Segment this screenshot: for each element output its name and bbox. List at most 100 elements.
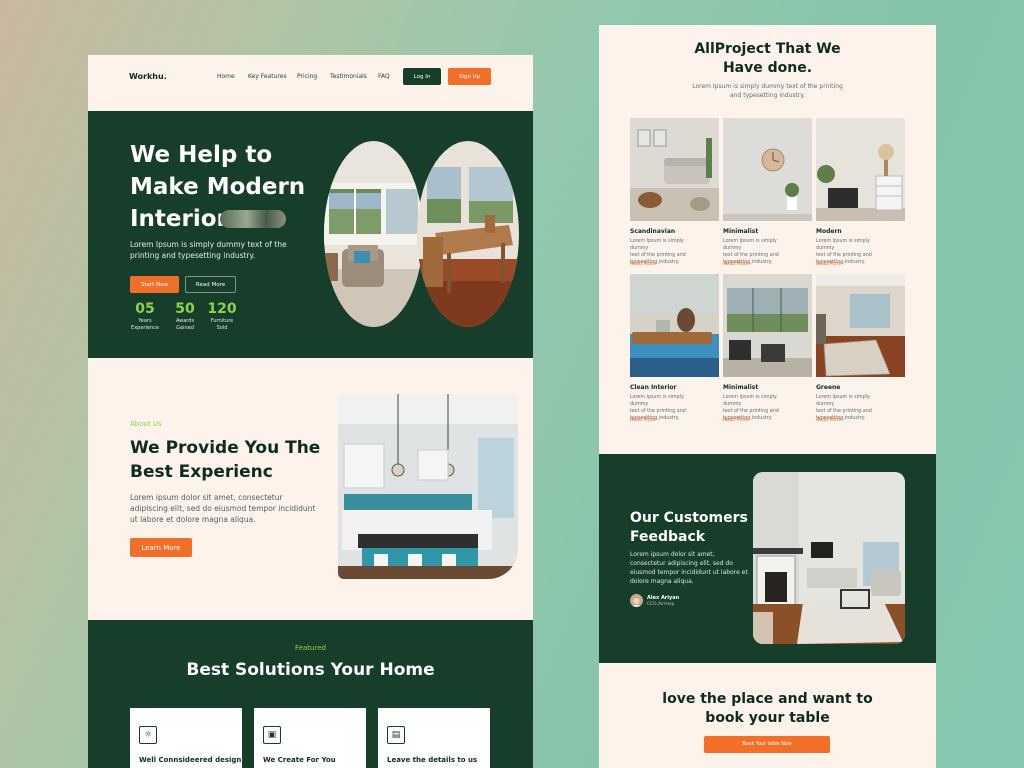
create-icon: ▣ xyxy=(263,726,281,744)
hero-section: We Help to Make Modern Interior Lorem Ip… xyxy=(88,111,533,358)
chevron-right-icon: › xyxy=(657,262,659,267)
nav-link-pricing[interactable]: Pricing xyxy=(297,73,317,80)
project-description-line-2: text of the printing and xyxy=(816,409,872,414)
project-description-line-2: text of the printing and xyxy=(630,253,686,258)
project-description-line-1: Lorem Ipsum is simply dummy xyxy=(630,239,684,251)
project-name: Scandinavian xyxy=(630,228,676,235)
booking-title: love the place and want to book your tab… xyxy=(599,690,936,728)
booking-title-line-2: book your table xyxy=(705,710,830,726)
feedback-title-line-1: Our Customers xyxy=(630,510,748,526)
project-name: Greene xyxy=(816,384,841,391)
project-description-line-1: Lorem Ipsum is simply dummy xyxy=(816,395,870,407)
project-description-line-1: Lorem Ipsum is simply dummy xyxy=(630,395,684,407)
projects-title: AllProject That We Have done. xyxy=(599,40,936,78)
feature-card[interactable]: ☼ Well Connsideered design xyxy=(130,708,242,768)
project-thumbnail-modern[interactable] xyxy=(816,118,905,221)
chevron-right-icon: › xyxy=(750,418,752,423)
chevron-right-icon: › xyxy=(750,262,752,267)
featured-title: Best Solutions Your Home xyxy=(186,660,435,680)
stat-label-line-1: Awards xyxy=(175,318,195,324)
project-read-more-link[interactable]: Read More › xyxy=(816,418,845,423)
read-more-label: Read More xyxy=(630,262,656,267)
about-description: Lorem ipsum dolor sit amet, consectetur … xyxy=(130,493,316,524)
feature-card[interactable]: ▣ We Create For You xyxy=(254,708,366,768)
project-thumbnail-greene[interactable] xyxy=(816,274,905,377)
project-read-more-link[interactable]: Read More › xyxy=(816,262,845,267)
project-thumbnail-minimalist[interactable] xyxy=(723,118,812,221)
project-read-more-link[interactable]: Read More › xyxy=(630,262,659,267)
projects-title-line-1: AllProject That We xyxy=(694,41,841,57)
nav-link-faq[interactable]: FAQ xyxy=(378,73,390,80)
stat-label-line-2: Sold xyxy=(216,325,228,331)
stat-label: Furniture Sold xyxy=(202,318,242,332)
about-title-line-1: We Provide You The xyxy=(130,438,321,458)
project-description-line-1: Lorem Ipsum is simply dummy xyxy=(723,239,777,251)
hero-dining-room-photo xyxy=(417,141,519,327)
project-description-line-2: text of the printing and xyxy=(816,253,872,258)
feedback-section: Our Customers Feedback Lorem ipsum dolor… xyxy=(599,454,936,663)
login-button[interactable]: Log In xyxy=(403,68,441,85)
project-name: Clean Interior xyxy=(630,384,677,391)
about-section: About Us We Provide You The Best Experie… xyxy=(88,358,533,620)
project-name: Modern xyxy=(816,228,842,235)
projects-section: AllProject That We Have done. Lorem Ipsu… xyxy=(599,25,936,454)
project-read-more-link[interactable]: Read More › xyxy=(723,262,752,267)
about-title-line-2: Best Experienc xyxy=(130,462,273,482)
read-more-label: Read More xyxy=(816,262,842,267)
projects-description-line-2: and typesetting industry. xyxy=(730,92,805,99)
chat-icon: ▤ xyxy=(387,726,405,744)
feedback-author-name: Alex Ariyan xyxy=(647,595,680,601)
project-thumbnail-scandinavian[interactable] xyxy=(630,118,719,221)
sun-icon: ☼ xyxy=(139,726,157,744)
stat-awards: 50 Awards Gained xyxy=(170,111,200,358)
stat-furniture: 120 Furniture Sold xyxy=(206,111,238,358)
feedback-living-room-photo xyxy=(753,472,905,644)
stat-value: 05 xyxy=(135,301,155,317)
chevron-right-icon: › xyxy=(843,262,845,267)
project-description-line-2: text of the printing and xyxy=(630,409,686,414)
stat-value: 50 xyxy=(175,301,195,317)
project-read-more-link[interactable]: Read More › xyxy=(630,418,659,423)
feature-card[interactable]: ▤ Leave the details to us xyxy=(378,708,490,768)
stat-label: Awards Gained xyxy=(166,318,204,332)
project-name: Minimalist xyxy=(723,384,759,391)
featured-kicker: Featured xyxy=(295,644,326,652)
project-description-line-2: text of the printing and xyxy=(723,253,779,258)
nav-link-home[interactable]: Home xyxy=(217,73,235,80)
project-description-line-1: Lorem Ipsum is simply dummy xyxy=(816,239,870,251)
read-more-label: Read More xyxy=(723,418,749,423)
about-title: We Provide You The Best Experienc xyxy=(130,436,330,484)
read-more-label: Read More xyxy=(723,262,749,267)
stat-years: 05 Years Experience xyxy=(130,111,160,358)
projects-description: Lorem Ipsum is simply dummy text of the … xyxy=(599,82,936,100)
stat-label-line-1: Years xyxy=(138,318,152,324)
stat-label: Years Experience xyxy=(126,318,164,332)
landing-page-left: Workhu. Home Key Features Pricing Testim… xyxy=(88,55,533,768)
book-table-button[interactable]: Book Your table Now xyxy=(704,736,830,753)
project-thumbnail-clean-interior[interactable] xyxy=(630,274,719,377)
project-name: Minimalist xyxy=(723,228,759,235)
top-navbar: Workhu. Home Key Features Pricing Testim… xyxy=(88,55,533,111)
booking-title-line-1: love the place and want to xyxy=(662,691,873,707)
stat-label-line-1: Furniture xyxy=(210,318,234,324)
stat-value: 120 xyxy=(207,301,237,317)
brand-logo[interactable]: Workhu. xyxy=(129,72,167,81)
feature-card-title: Leave the details to us xyxy=(387,756,478,764)
stat-label-line-2: Gained xyxy=(176,325,194,331)
stat-label-line-2: Experience xyxy=(131,325,159,331)
about-kicker: About Us xyxy=(130,420,162,428)
signup-button[interactable]: Sign Up xyxy=(448,68,491,85)
booking-section: love the place and want to book your tab… xyxy=(599,663,936,768)
chevron-right-icon: › xyxy=(843,418,845,423)
chevron-right-icon: › xyxy=(657,418,659,423)
project-thumbnail-minimalist[interactable] xyxy=(723,274,812,377)
nav-link-testimonials[interactable]: Testimonials xyxy=(330,73,367,80)
project-read-more-link[interactable]: Read More › xyxy=(723,418,752,423)
learn-more-button[interactable]: Learn More xyxy=(130,538,192,557)
featured-section: Featured Best Solutions Your Home ☼ Well… xyxy=(88,620,533,768)
project-description-line-1: Lorem Ipsum is simply dummy xyxy=(723,395,777,407)
projects-title-line-2: Have done. xyxy=(722,60,813,76)
nav-link-key-features[interactable]: Key Features xyxy=(248,73,287,80)
project-description-line-2: text of the printing and xyxy=(723,409,779,414)
feedback-author-role: CEO,AirHelp xyxy=(647,602,675,607)
